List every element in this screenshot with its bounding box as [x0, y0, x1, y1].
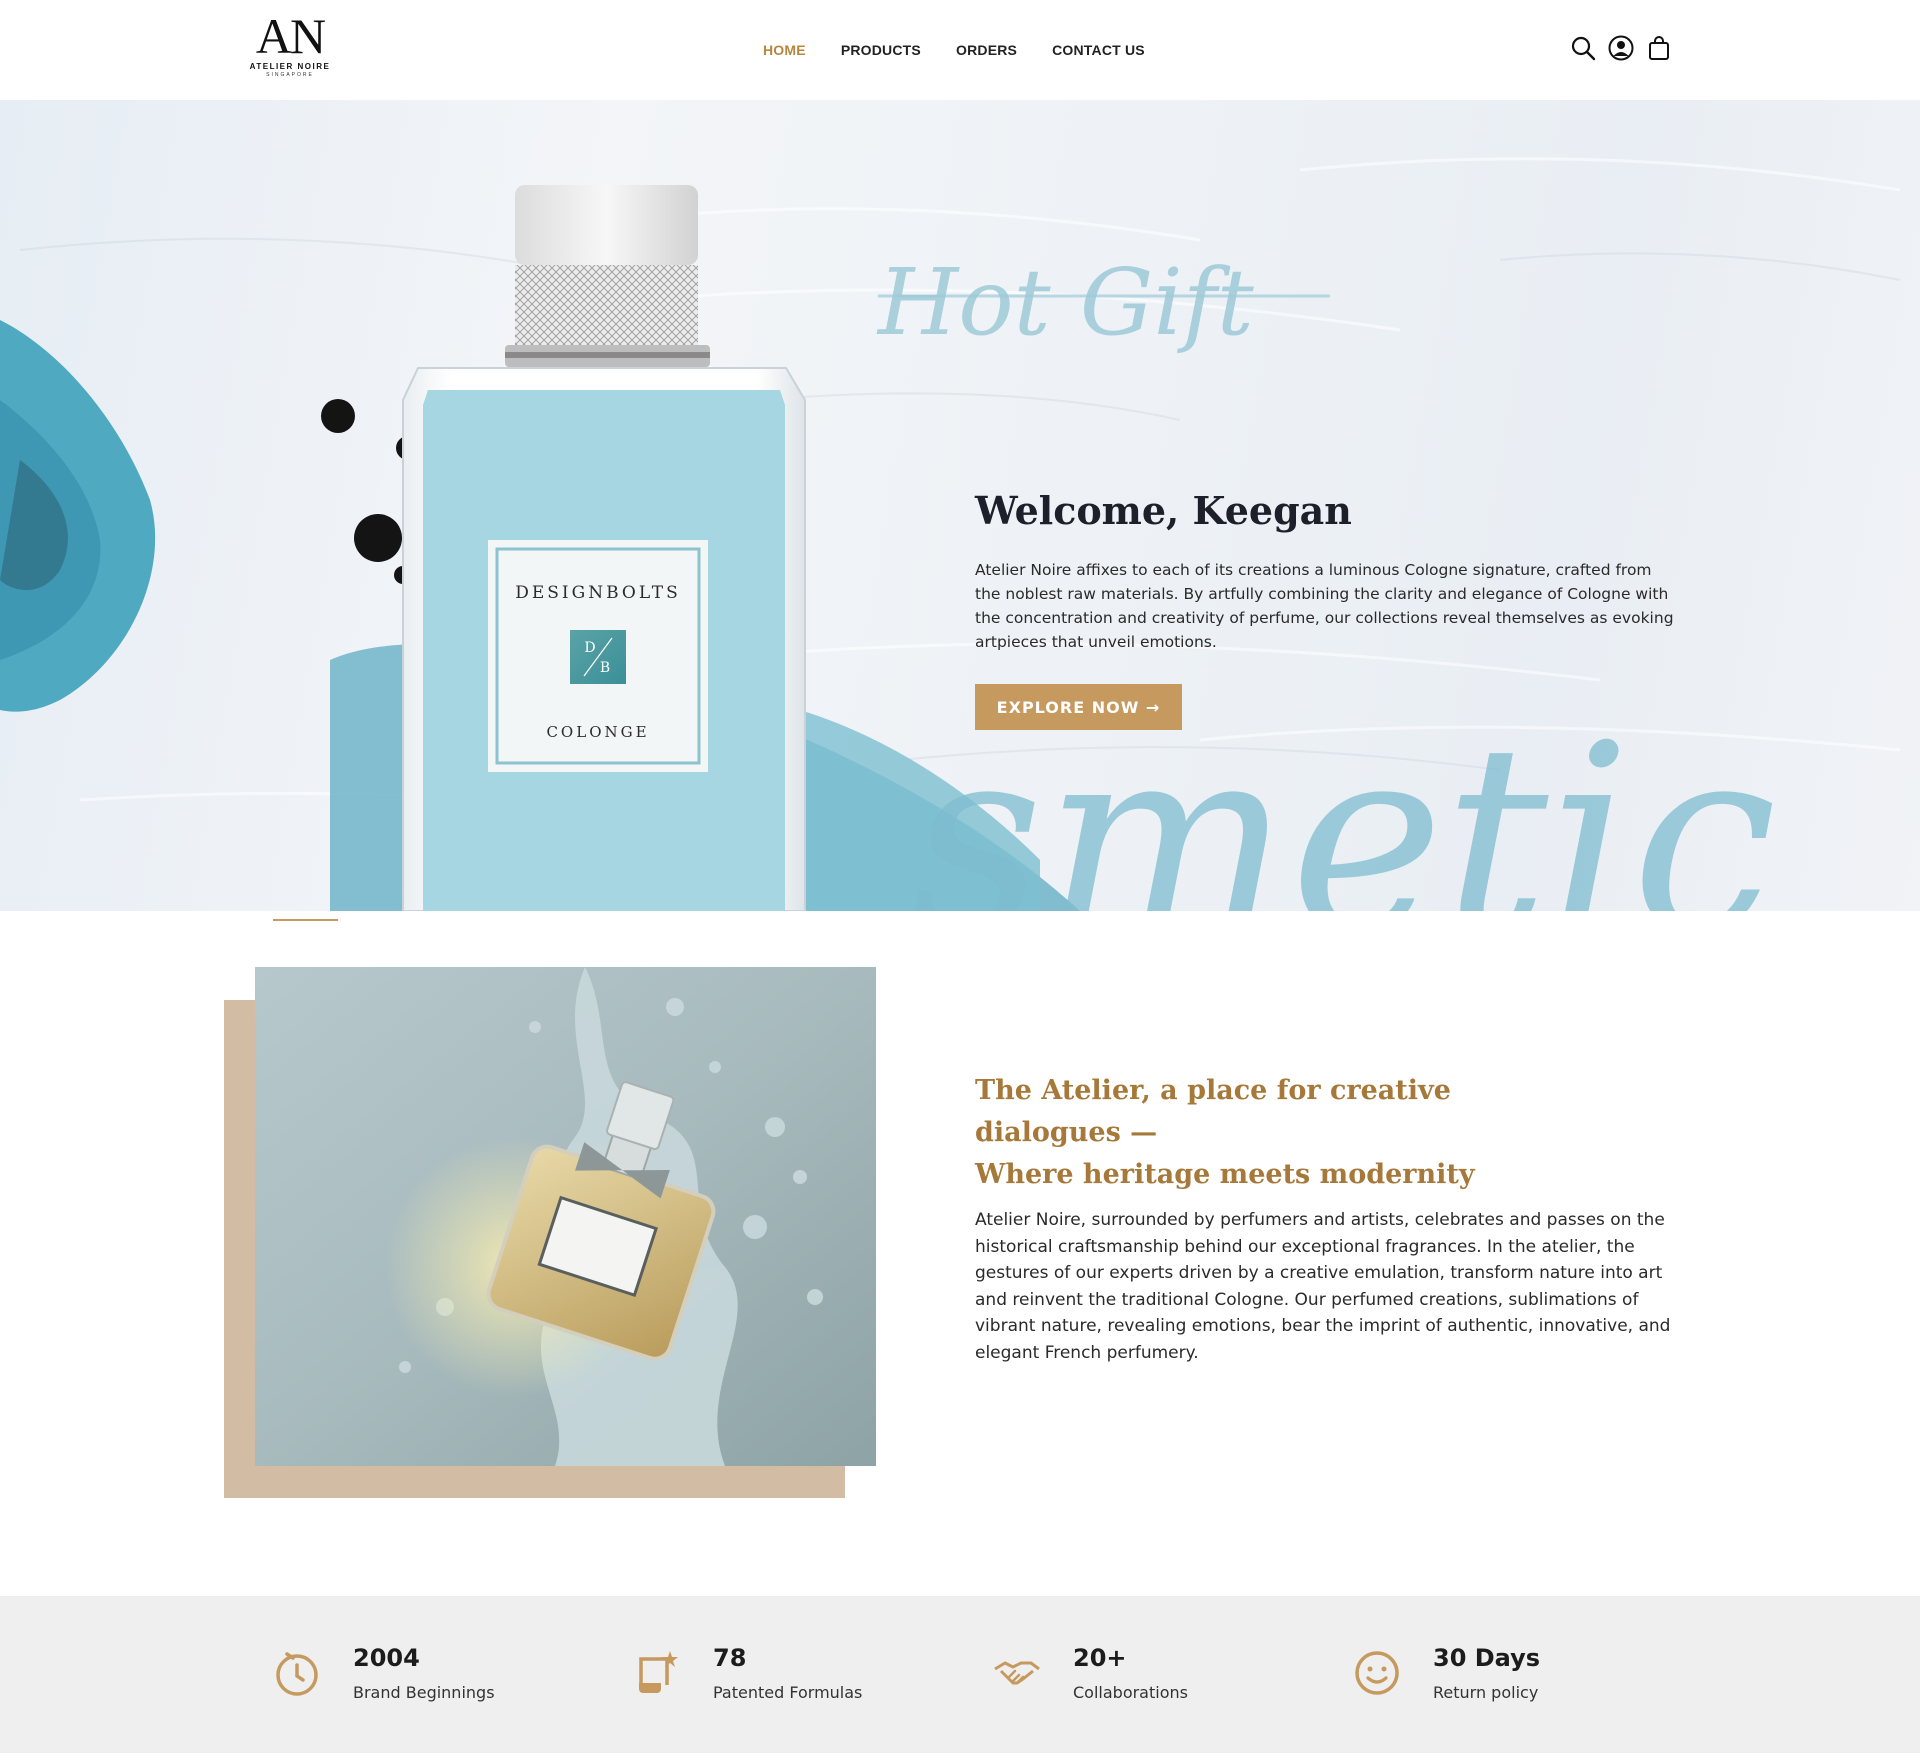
nav-item-orders[interactable]: ORDERS: [956, 42, 1017, 58]
hero-script-text: Hot Gift: [876, 249, 1255, 356]
bottle-monogram-bottom: B: [600, 660, 610, 676]
nav-item-home[interactable]: HOME: [763, 42, 806, 58]
about-image: [255, 967, 876, 1466]
user-icon[interactable]: [1608, 35, 1634, 61]
logo-location: SINGAPORE: [266, 72, 314, 78]
shopping-bag-icon[interactable]: [1646, 35, 1672, 61]
nav-item-contact-us[interactable]: CONTACT US: [1052, 42, 1145, 58]
search-icon[interactable]: [1570, 35, 1596, 61]
stat-value: 78: [713, 1644, 747, 1672]
main-nav: HOME PRODUCTS ORDERS CONTACT US: [763, 42, 1145, 58]
about-description: Atelier Noire, surrounded by perfumers a…: [975, 1210, 1671, 1363]
hero-welcome-heading: Welcome, Keegan: [975, 488, 1352, 533]
stat-label: Collaborations: [1073, 1683, 1188, 1702]
about-heading: The Atelier, a place for creative dialog…: [975, 1070, 1595, 1196]
about-heading-line-2: Where heritage meets modernity: [975, 1159, 1475, 1190]
stats-bar: 2004 Brand Beginnings 78 Patented Formul…: [0, 1596, 1920, 1753]
hero-banner: Hot Gift smetic DESIGNBOLTS D B COLONGE …: [0, 100, 1920, 911]
nav-item-products[interactable]: PRODUCTS: [841, 42, 921, 58]
logo-brand-name: ATELIER NOIRE: [249, 62, 331, 71]
stat-value: 30 Days: [1433, 1644, 1541, 1672]
brand-logo[interactable]: AN ATELIER NOIRE SINGAPORE: [240, 8, 340, 82]
stat-label: Patented Formulas: [713, 1683, 863, 1702]
handshake-icon: [994, 1661, 1040, 1685]
scroll-icon: [639, 1651, 678, 1693]
stat-label: Brand Beginnings: [353, 1683, 495, 1702]
explore-now-button[interactable]: EXPLORE NOW →: [975, 684, 1182, 730]
clock-icon: [276, 1652, 318, 1696]
section-divider: [273, 919, 338, 921]
header-actions: [1570, 35, 1672, 61]
bottle-monogram-top: D: [584, 640, 595, 656]
about-heading-line-1: The Atelier, a place for creative dialog…: [975, 1075, 1451, 1148]
smiley-icon: [1355, 1651, 1399, 1695]
stat-label: Return policy: [1433, 1683, 1539, 1702]
hero-illustration: Hot Gift smetic DESIGNBOLTS D B COLONGE: [0, 157, 1901, 911]
stat-value: 20+: [1073, 1644, 1127, 1672]
bottle-brand: DESIGNBOLTS: [515, 583, 681, 603]
hero-description: Atelier Noire affixes to each of its cre…: [975, 561, 1674, 651]
logo-monogram: AN: [255, 8, 326, 64]
bottle-type: COLONGE: [546, 723, 649, 741]
site-header: AN ATELIER NOIRE SINGAPORE HOME PRODUCTS…: [0, 0, 1920, 100]
stat-value: 2004: [353, 1644, 420, 1672]
